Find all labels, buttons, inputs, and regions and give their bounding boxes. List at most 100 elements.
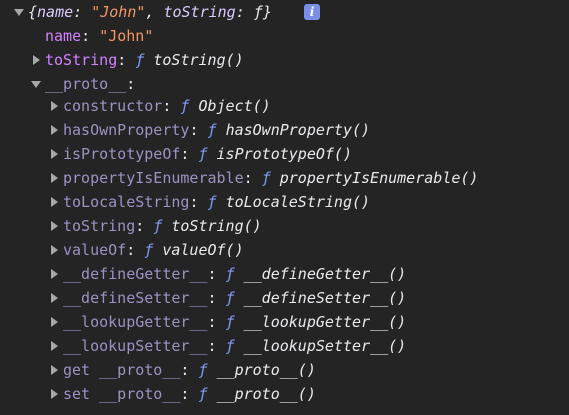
property-colon: : bbox=[180, 145, 190, 163]
property-row-name[interactable]: name: "John" bbox=[0, 24, 569, 48]
property-colon: : bbox=[207, 265, 217, 283]
function-symbol: ƒ bbox=[261, 169, 271, 187]
proto-member-row[interactable]: propertyIsEnumerable: ƒ propertyIsEnumer… bbox=[0, 166, 569, 190]
proto-member-key: get __proto__ bbox=[63, 361, 181, 379]
property-name: name: "John" bbox=[45, 24, 153, 48]
property-key: __proto__ bbox=[45, 75, 127, 93]
function-symbol: ƒ bbox=[207, 193, 217, 211]
proto-member-row[interactable]: get __proto__: ƒ __proto__() bbox=[0, 358, 569, 382]
proto-member-row[interactable]: __defineSetter__: ƒ __defineSetter__() bbox=[0, 286, 569, 310]
proto-member: hasOwnProperty: ƒ hasOwnProperty() bbox=[63, 118, 370, 142]
function-signature: __proto__() bbox=[216, 361, 316, 379]
proto-member-key: __defineSetter__ bbox=[63, 289, 208, 307]
triangle-right-icon[interactable] bbox=[33, 55, 40, 65]
function-symbol: ƒ bbox=[225, 289, 235, 307]
proto-member-row[interactable]: isPrototypeOf: ƒ isPrototypeOf() bbox=[0, 142, 569, 166]
function-symbol: ƒ bbox=[225, 265, 235, 283]
function-signature: valueOf() bbox=[162, 241, 244, 259]
property-colon: : bbox=[81, 27, 91, 45]
proto-member: toString: ƒ toString() bbox=[63, 214, 262, 238]
property-key: name bbox=[45, 27, 82, 45]
object-summary: {name: "John", toString: ƒ} bbox=[28, 0, 272, 24]
proto-member-row[interactable]: constructor: ƒ Object() bbox=[0, 94, 569, 118]
property-colon: : bbox=[126, 241, 136, 259]
triangle-right-icon[interactable] bbox=[51, 173, 58, 183]
property-value-string: "John" bbox=[99, 27, 154, 45]
function-signature: toString() bbox=[153, 51, 244, 69]
function-signature: toString() bbox=[171, 217, 262, 235]
proto-member-key: __defineGetter__ bbox=[63, 265, 208, 283]
triangle-right-icon[interactable] bbox=[51, 101, 58, 111]
property-colon: : bbox=[117, 51, 127, 69]
property-colon: : bbox=[243, 169, 253, 187]
proto-member-key: set __proto__ bbox=[63, 385, 181, 403]
proto-member-key: propertyIsEnumerable bbox=[63, 169, 244, 187]
function-signature: __defineSetter__() bbox=[243, 289, 407, 307]
triangle-right-icon[interactable] bbox=[51, 389, 58, 399]
function-symbol: ƒ bbox=[198, 145, 208, 163]
function-signature: propertyIsEnumerable() bbox=[279, 169, 479, 187]
function-signature: __lookupSetter__() bbox=[243, 337, 407, 355]
triangle-right-icon[interactable] bbox=[51, 365, 58, 375]
triangle-right-icon[interactable] bbox=[51, 149, 58, 159]
proto-member: __lookupSetter__: ƒ __lookupSetter__() bbox=[63, 334, 406, 358]
triangle-right-icon[interactable] bbox=[51, 317, 58, 327]
property-row-proto[interactable]: __proto__: bbox=[0, 72, 569, 96]
function-symbol: ƒ bbox=[207, 121, 217, 139]
proto-member-row[interactable]: toLocaleString: ƒ toLocaleString() bbox=[0, 190, 569, 214]
function-signature: Object() bbox=[198, 97, 271, 115]
property-colon: : bbox=[135, 217, 145, 235]
proto-member: toLocaleString: ƒ toLocaleString() bbox=[63, 190, 370, 214]
proto-member-key: toString bbox=[63, 217, 136, 235]
property-colon: : bbox=[180, 361, 190, 379]
proto-member: set __proto__: ƒ __proto__() bbox=[63, 382, 316, 406]
proto-member: valueOf: ƒ valueOf() bbox=[63, 238, 244, 262]
proto-member: constructor: ƒ Object() bbox=[63, 94, 271, 118]
summary-key-name: name bbox=[37, 3, 74, 21]
function-symbol: ƒ bbox=[225, 313, 235, 331]
function-symbol: ƒ bbox=[225, 337, 235, 355]
property-proto: __proto__: bbox=[45, 72, 135, 96]
function-signature: hasOwnProperty() bbox=[225, 121, 371, 139]
triangle-right-icon[interactable] bbox=[51, 293, 58, 303]
console-object-tree: {name: "John", toString: ƒ} i name: "Joh… bbox=[0, 0, 569, 415]
property-colon: : bbox=[180, 385, 190, 403]
proto-member: __defineSetter__: ƒ __defineSetter__() bbox=[63, 286, 406, 310]
property-colon: : bbox=[189, 193, 199, 211]
function-symbol: ƒ bbox=[198, 385, 208, 403]
property-key: toString bbox=[45, 51, 118, 69]
open-brace: { bbox=[28, 3, 38, 21]
triangle-right-icon[interactable] bbox=[51, 221, 58, 231]
proto-member-key: valueOf bbox=[63, 241, 127, 259]
proto-member-row[interactable]: __defineGetter__: ƒ __defineGetter__() bbox=[0, 262, 569, 286]
triangle-down-icon[interactable] bbox=[14, 9, 24, 16]
triangle-right-icon[interactable] bbox=[51, 341, 58, 351]
function-symbol: ƒ bbox=[198, 361, 208, 379]
proto-member: propertyIsEnumerable: ƒ propertyIsEnumer… bbox=[63, 166, 478, 190]
triangle-right-icon[interactable] bbox=[51, 269, 58, 279]
proto-member-row[interactable]: __lookupSetter__: ƒ __lookupSetter__() bbox=[0, 334, 569, 358]
function-signature: __lookupGetter__() bbox=[243, 313, 407, 331]
triangle-down-icon[interactable] bbox=[31, 81, 41, 88]
triangle-right-icon[interactable] bbox=[51, 125, 58, 135]
proto-member-row[interactable]: set __proto__: ƒ __proto__() bbox=[0, 382, 569, 406]
property-colon: : bbox=[189, 121, 199, 139]
proto-member-row[interactable]: hasOwnProperty: ƒ hasOwnProperty() bbox=[0, 118, 569, 142]
triangle-right-icon[interactable] bbox=[51, 197, 58, 207]
summary-function-symbol: ƒ bbox=[253, 3, 263, 21]
object-summary-row[interactable]: {name: "John", toString: ƒ} i bbox=[0, 0, 569, 24]
summary-comma: , bbox=[145, 3, 164, 21]
info-icon[interactable]: i bbox=[304, 4, 320, 20]
property-colon: : bbox=[207, 289, 217, 307]
property-colon: : bbox=[126, 75, 136, 93]
summary-key-tostring: toString bbox=[163, 3, 236, 21]
proto-member-row[interactable]: valueOf: ƒ valueOf() bbox=[0, 238, 569, 262]
proto-member-row[interactable]: toString: ƒ toString() bbox=[0, 214, 569, 238]
function-signature: __defineGetter__() bbox=[243, 265, 407, 283]
property-tostring: toString: ƒ toString() bbox=[45, 48, 244, 72]
proto-member-row[interactable]: __lookupGetter__: ƒ __lookupGetter__() bbox=[0, 310, 569, 334]
property-row-tostring[interactable]: toString: ƒ toString() bbox=[0, 48, 569, 72]
triangle-right-icon[interactable] bbox=[51, 245, 58, 255]
proto-member: __lookupGetter__: ƒ __lookupGetter__() bbox=[63, 310, 406, 334]
proto-member-key: __lookupGetter__ bbox=[63, 313, 208, 331]
